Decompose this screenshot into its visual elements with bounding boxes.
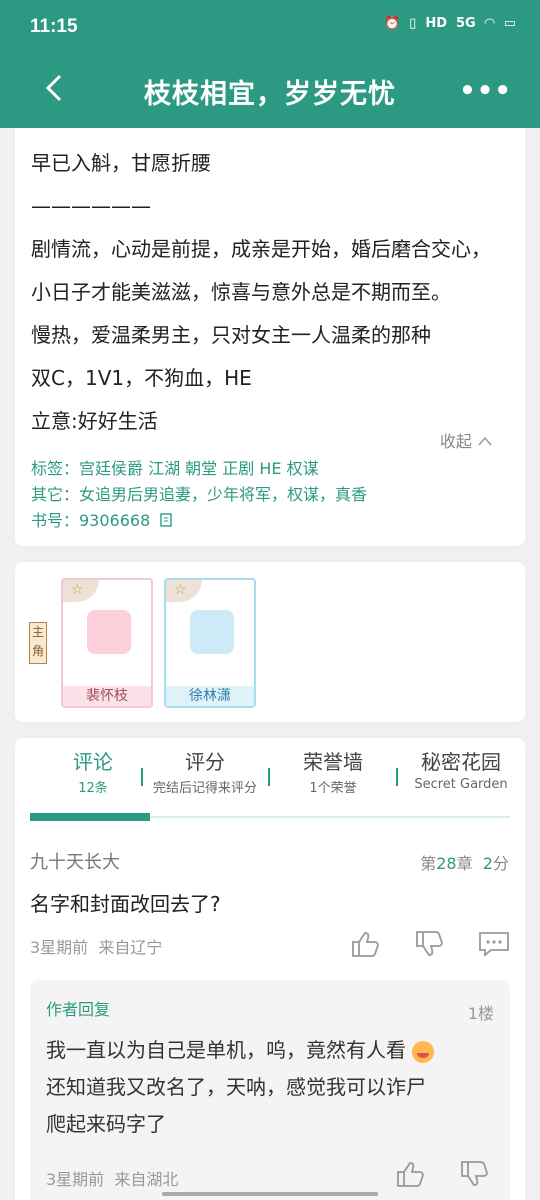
chapter-suffix: 章 <box>456 854 473 873</box>
title-bar: 枝枝相宜，岁岁无忧 ••• <box>0 56 540 128</box>
tab-comments[interactable]: 评论 12条 <box>45 746 141 796</box>
tab-bar: 评论 12条 评分 完结后记得来评分 荣誉墙 1个荣誉 秘密花园 Secret … <box>15 746 525 806</box>
status-time: 11:15 <box>30 16 78 37</box>
collapse-button[interactable]: 收起 <box>440 428 493 452</box>
reply-bubble-icon[interactable] <box>477 930 511 958</box>
roles-card: 主角 ☆ 裴怀枝 ☆ 徐林潇 <box>15 562 525 722</box>
comment-meta: 3星期前 来自辽宁 <box>30 934 162 958</box>
reply-time: 3星期前 <box>46 1170 105 1189</box>
book-number-row: 书号：9306668 <box>31 508 367 534</box>
vibrate-icon: ▯ <box>409 16 417 31</box>
chapter-number: 28 <box>436 854 457 873</box>
tab-indicator <box>30 813 150 821</box>
score-number: 2 <box>482 854 493 873</box>
intro-line: 双C，1V1，不狗血，HE <box>31 366 252 390</box>
tab-subtitle: 12条 <box>78 781 108 796</box>
tab-divider <box>268 768 270 786</box>
tab-subtitle: Secret Garden <box>414 777 508 792</box>
tab-rating[interactable]: 评分 完结后记得来评分 <box>143 746 267 796</box>
reply-line-text: 我一直以为自己是单机，呜，竟然有人看 <box>46 1038 406 1062</box>
floor-number: 1楼 <box>467 1004 494 1023</box>
comment-location: 来自辽宁 <box>98 938 163 957</box>
intro-line: 慢热，爱温柔男主，只对女主一人温柔的那种 <box>31 323 431 347</box>
book-meta: 标签：宫廷侯爵 江湖 朝堂 正剧 HE 权谋 其它：女追男后男追妻，少年将军，权… <box>31 456 367 534</box>
author-reply: 作者回复 1楼 我一直以为自己是单机，呜，竟然有人看 还知道我又改名了，天呐，感… <box>30 980 510 1200</box>
battery-icon: ▭ <box>503 16 516 31</box>
author-reply-label: 作者回复 <box>46 1000 111 1019</box>
avatar <box>87 610 131 654</box>
protagonist-tag: 主角 <box>29 622 47 664</box>
hd-icon: HD <box>425 16 447 31</box>
other-line: 其它：女追男后男追妻，少年将军，权谋，真香 <box>31 485 368 504</box>
reply-line: 我一直以为自己是单机，呜，竟然有人看 <box>46 1032 496 1069</box>
intro-line: 早已入斛，甘愿折腰 <box>31 151 211 175</box>
tab-subtitle: 完结后记得来评分 <box>152 781 257 796</box>
intro-card: 早已入斛，甘愿折腰 —————— 剧情流，心动是前提，成亲是开始，婚后磨合交心，… <box>15 128 525 546</box>
tab-title: 荣誉墙 <box>303 750 363 774</box>
avatar <box>190 610 234 654</box>
crying-emoji-icon <box>412 1040 434 1063</box>
character-card[interactable]: ☆ 徐林潇 <box>164 578 256 708</box>
tab-secret-garden[interactable]: 秘密花园 Secret Garden <box>399 746 523 792</box>
app-header-bg: 11:15 ⏰ ▯ HD 5G ◠ ▭ 枝枝相宜，岁岁无忧 ••• <box>0 0 540 128</box>
thumbs-down-icon[interactable] <box>458 1160 492 1188</box>
thumbs-up-icon[interactable] <box>349 930 383 958</box>
wifi-icon: ◠ <box>484 16 495 31</box>
reply-location: 来自湖北 <box>114 1170 179 1189</box>
status-icons: ⏰ ▯ HD 5G ◠ ▭ <box>384 16 516 31</box>
reply-actions <box>394 1160 492 1188</box>
comment-actions <box>349 930 511 958</box>
chevron-up-icon <box>478 436 492 446</box>
thumbs-down-icon[interactable] <box>413 930 447 958</box>
reply-meta: 3星期前 来自湖北 <box>46 1166 178 1190</box>
tags-line: 标签：宫廷侯爵 江湖 朝堂 正剧 HE 权谋 <box>31 459 319 478</box>
collapse-label: 收起 <box>439 432 472 451</box>
star-icon: ☆ <box>71 582 84 598</box>
tab-honor-wall[interactable]: 荣誉墙 1个荣誉 <box>271 746 395 796</box>
character-name: 裴怀枝 <box>63 686 151 706</box>
tab-subtitle: 1个荣誉 <box>309 781 357 796</box>
chapter-prefix: 第 <box>420 854 437 873</box>
reply-line: 爬起来码字了 <box>46 1112 166 1136</box>
intro-line: —————— <box>31 194 151 218</box>
thumbs-up-icon[interactable] <box>394 1160 428 1188</box>
tab-title: 评论 <box>73 750 113 774</box>
tab-title: 评分 <box>185 750 225 774</box>
home-indicator[interactable] <box>162 1192 378 1196</box>
book-number: 书号：9306668 <box>31 511 151 530</box>
comment-chapter-score: 第28章 2分 <box>420 850 509 874</box>
alarm-icon: ⏰ <box>383 16 401 31</box>
intro-line: 剧情流，心动是前提，成亲是开始，婚后磨合交心， <box>31 237 491 261</box>
tab-title: 秘密花园 <box>421 750 501 774</box>
reply-line: 还知道我又改名了，天呐，感觉我可以诈尸 <box>46 1075 426 1099</box>
5g-signal-icon: 5G <box>455 16 476 31</box>
status-bar: 11:15 ⏰ ▯ HD 5G ◠ ▭ <box>0 0 540 56</box>
intro-line: 小日子才能美滋滋，惊喜与意外总是不期而至。 <box>31 280 451 304</box>
star-icon: ☆ <box>174 582 187 598</box>
score-suffix: 分 <box>492 854 509 873</box>
comments-card: 评论 12条 评分 完结后记得来评分 荣誉墙 1个荣誉 秘密花园 Secret … <box>15 738 525 1200</box>
comment-username[interactable]: 九十天长大 <box>30 848 120 874</box>
character-name: 徐林潇 <box>166 686 254 706</box>
copy-icon[interactable] <box>159 512 175 528</box>
book-intro: 早已入斛，甘愿折腰 —————— 剧情流，心动是前提，成亲是开始，婚后磨合交心，… <box>31 142 519 443</box>
tab-indicator-track <box>30 813 510 821</box>
character-card[interactable]: ☆ 裴怀枝 <box>61 578 153 708</box>
tab-divider <box>396 768 398 786</box>
comment-text: 名字和封面改回去了? <box>30 892 221 916</box>
reply-text: 我一直以为自己是单机，呜，竟然有人看 还知道我又改名了，天呐，感觉我可以诈尸 爬… <box>46 1032 496 1143</box>
more-menu-icon[interactable]: ••• <box>459 76 512 106</box>
comment-time: 3星期前 <box>30 938 89 957</box>
